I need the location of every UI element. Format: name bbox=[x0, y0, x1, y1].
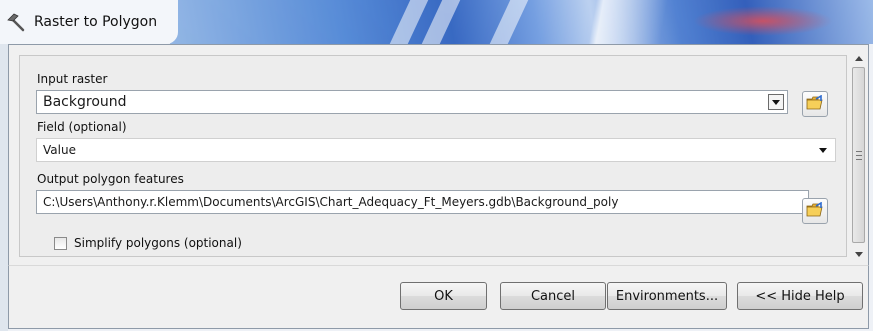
dialog-footer: OK Cancel Environments... << Hide Help bbox=[8, 265, 869, 329]
parameters-form: Input raster Background Field (optional)… bbox=[19, 55, 847, 257]
open-folder-icon bbox=[806, 201, 824, 221]
open-folder-icon bbox=[806, 94, 824, 114]
title-banner-art bbox=[170, 0, 873, 44]
window-title: Raster to Polygon bbox=[34, 14, 158, 30]
hammer-icon bbox=[6, 11, 28, 33]
input-raster-browse-button[interactable] bbox=[802, 91, 828, 117]
input-raster-combobox[interactable]: Background bbox=[36, 90, 788, 114]
scroll-up-icon[interactable] bbox=[851, 51, 866, 65]
ok-button[interactable]: OK bbox=[400, 282, 487, 310]
chevron-down-icon[interactable] bbox=[819, 147, 827, 153]
output-browse-button[interactable] bbox=[802, 198, 828, 224]
field-combobox[interactable]: Value bbox=[36, 138, 836, 162]
field-label: Field (optional) bbox=[37, 120, 127, 134]
field-value: Value bbox=[43, 143, 76, 157]
input-raster-value: Background bbox=[43, 94, 127, 110]
hide-help-button[interactable]: << Hide Help bbox=[737, 282, 863, 310]
title-label: Raster to Polygon bbox=[0, 0, 178, 44]
environments-button[interactable]: Environments... bbox=[607, 282, 727, 310]
simplify-checkbox[interactable] bbox=[54, 237, 67, 250]
output-path-value: C:\Users\Anthony.r.Klemm\Documents\ArcGI… bbox=[43, 195, 619, 209]
vertical-scrollbar[interactable] bbox=[851, 51, 866, 261]
input-raster-label: Input raster bbox=[37, 72, 108, 86]
cancel-button[interactable]: Cancel bbox=[500, 282, 606, 310]
output-path-input[interactable]: C:\Users\Anthony.r.Klemm\Documents\ArcGI… bbox=[36, 190, 809, 214]
chevron-down-icon[interactable] bbox=[768, 94, 784, 110]
output-label: Output polygon features bbox=[37, 172, 184, 186]
window-edge bbox=[0, 44, 8, 331]
title-bar[interactable]: Raster to Polygon bbox=[0, 0, 873, 44]
simplify-label: Simplify polygons (optional) bbox=[74, 236, 242, 250]
scroll-down-icon[interactable] bbox=[851, 247, 866, 261]
scrollbar-thumb[interactable] bbox=[852, 67, 865, 243]
parameters-panel: Input raster Background Field (optional)… bbox=[8, 44, 869, 266]
